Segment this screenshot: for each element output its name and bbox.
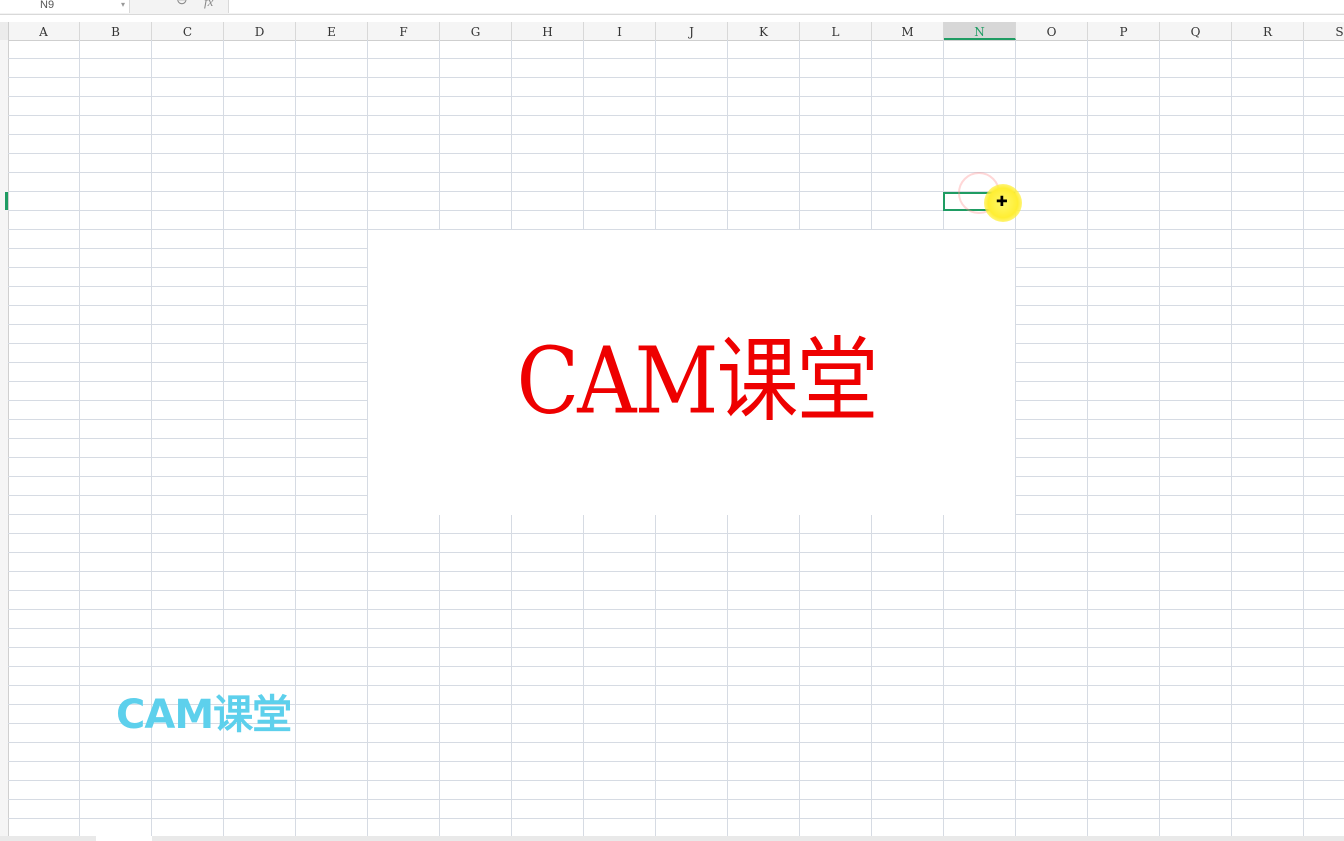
cursor-highlight: ✚ [984,184,1022,222]
column-header-p[interactable]: P [1088,22,1160,40]
column-header-r[interactable]: R [1232,22,1304,40]
chevron-down-icon[interactable]: ▾ [121,0,125,10]
column-header-f[interactable]: F [368,22,440,40]
column-header-k[interactable]: K [728,22,800,40]
sheet-tab-bar [0,836,1344,841]
column-header-c[interactable]: C [152,22,224,40]
sheet-tab[interactable] [96,836,152,841]
name-box[interactable]: N9 ▾ [0,0,130,13]
column-header-s[interactable]: S [1304,22,1344,40]
column-header-l[interactable]: L [800,22,872,40]
formula-tools: ⊖ fx [170,0,230,13]
column-header-q[interactable]: Q [1160,22,1232,40]
zoom-icon[interactable]: ⊖ [176,0,188,8]
formula-bar: N9 ▾ ⊖ fx [0,0,1344,15]
fx-button[interactable]: fx [204,0,213,8]
formula-input[interactable] [228,0,1344,13]
column-header-b[interactable]: B [80,22,152,40]
cross-cursor-icon: ✚ [996,194,1008,210]
inserted-image[interactable]: CAM课堂 [368,230,1015,515]
column-header-a[interactable]: A [8,22,80,40]
column-header-i[interactable]: I [584,22,656,40]
column-header-o[interactable]: O [1016,22,1088,40]
column-header-g[interactable]: G [440,22,512,40]
column-header-bar: ABCDEFGHIJKLMNOPQRS [0,22,1344,41]
name-box-value: N9 [40,0,55,11]
column-header-n[interactable]: N [944,22,1016,40]
column-header-e[interactable]: E [296,22,368,40]
column-header-j[interactable]: J [656,22,728,40]
image-title-text: CAM课堂 [516,328,879,435]
column-header-h[interactable]: H [512,22,584,40]
column-header-m[interactable]: M [872,22,944,40]
column-header-d[interactable]: D [224,22,296,40]
watermark-logo: CAM课堂 [116,692,292,738]
